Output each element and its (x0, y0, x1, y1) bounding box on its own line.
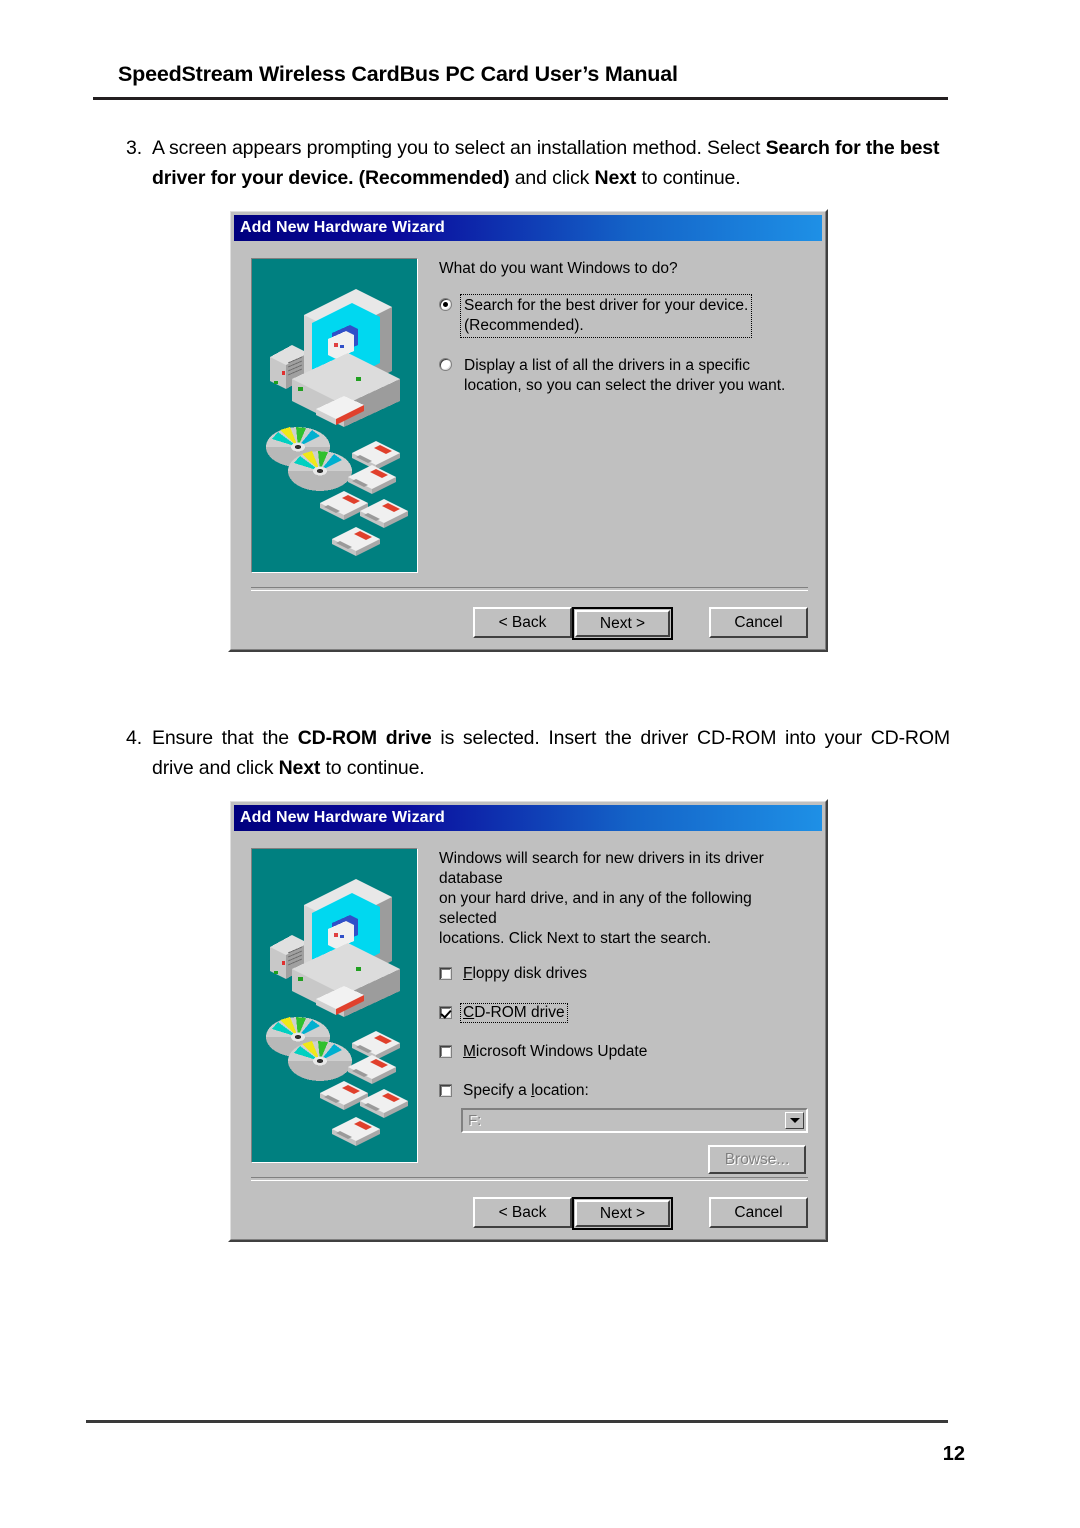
step-4-seg-1: CD-ROM drive (297, 727, 432, 749)
computer-cds-floppies-icon (252, 259, 417, 572)
next-button-default-frame-1: Next > (572, 607, 673, 640)
location-combobox[interactable]: F: (461, 1108, 808, 1133)
cancel-button-2[interactable]: Cancel (709, 1197, 808, 1228)
step-4-seg-0: Ensure that the (152, 727, 298, 749)
dialog-2-prompt-line2: on your hard drive, and in any of the fo… (439, 890, 752, 927)
chevron-down-icon (789, 1118, 800, 1123)
checkbox-floppy-disk-drives[interactable]: Floppy disk drives (439, 965, 808, 983)
checkbox-cdrom-rest: D-ROM drive (474, 1004, 565, 1021)
radio-option-display-list[interactable]: Display a list of all the drivers in a s… (439, 355, 808, 397)
step-3-seg-0: A screen appears prompting you to select… (152, 137, 766, 159)
next-button-2[interactable]: Next > (575, 1200, 670, 1227)
step-3-text: A screen appears prompting you to select… (152, 133, 950, 193)
step-4-seg-3: Next (278, 757, 321, 779)
dialog-2-titlebar[interactable]: Add New Hardware Wizard (234, 805, 822, 831)
dialog-1-button-bar: < Back Next > Cancel (234, 607, 808, 640)
step-3-seg-3: Next (594, 167, 637, 189)
browse-button[interactable]: Browse... (708, 1145, 806, 1174)
dialog-2-body: Windows will search for new drivers in i… (234, 831, 822, 1236)
add-new-hardware-wizard-dialog-2[interactable]: Add New Hardware Wizard Windows will sea… (228, 799, 828, 1242)
footer-divider (86, 1420, 948, 1423)
radio-option-display-label: Display a list of all the drivers in a s… (461, 355, 788, 397)
radio-option-search-line2: (Recommended). (464, 317, 584, 334)
cancel-button-1[interactable]: Cancel (709, 607, 808, 638)
checkbox-unchecked-icon[interactable] (439, 1084, 452, 1097)
dialog-2-title: Add New Hardware Wizard (240, 809, 445, 826)
wizard-illustration-2 (251, 848, 418, 1163)
dialog-2-content: Windows will search for new drivers in i… (439, 849, 808, 1174)
browse-button-row: Browse... (439, 1145, 808, 1174)
location-combobox-value: F: (468, 1112, 482, 1129)
page-number: 12 (942, 1443, 965, 1465)
dialog-2-separator (251, 1177, 808, 1181)
add-new-hardware-wizard-dialog-1[interactable]: Add New Hardware Wizard What do you want… (228, 209, 828, 652)
checkbox-checked-icon[interactable] (439, 1006, 452, 1019)
page-title: SpeedStream Wireless CardBus PC Card Use… (118, 62, 678, 86)
checkbox-specify-location-label: Specify a location: (461, 1082, 591, 1100)
checkbox-cdrom-accesskey: C (463, 1004, 475, 1021)
step-3-seg-4: to continue. (636, 167, 741, 189)
computer-cds-floppies-icon (252, 849, 417, 1162)
dialog-1-titlebar[interactable]: Add New Hardware Wizard (234, 215, 822, 241)
checkbox-windows-update-label: Microsoft Windows Update (461, 1043, 649, 1061)
button-gap-2b (673, 1197, 709, 1230)
step-4-number: 4. (126, 727, 142, 749)
step-4-seg-4: to continue. (320, 757, 425, 779)
step-3: 3. A screen appears prompting you to sel… (110, 133, 950, 193)
radio-button-unselected-icon[interactable] (439, 358, 452, 371)
header-divider (93, 97, 948, 100)
step-4: 4. Ensure that the CD-ROM drive is selec… (110, 723, 950, 783)
step-3-number: 3. (126, 137, 142, 159)
dialog-1-content: What do you want Windows to do? Search f… (439, 259, 808, 415)
dialog-2-prompt-line3: locations. Click Next to start the searc… (439, 930, 712, 947)
dialog-1-prompt: What do you want Windows to do? (439, 260, 678, 277)
radio-option-search-best-driver[interactable]: Search for the best driver for your devi… (439, 294, 808, 338)
checkbox-cd-rom-drive[interactable]: CD-ROM drive (439, 1003, 808, 1023)
dialog-1-body: What do you want Windows to do? Search f… (234, 241, 822, 646)
dialog-1-inner-frame: Add New Hardware Wizard What do you want… (230, 211, 826, 650)
manual-page: SpeedStream Wireless CardBus PC Card Use… (0, 0, 1080, 1528)
checkbox-cdrom-label: CD-ROM drive (460, 1003, 568, 1023)
checkbox-specify-a-location[interactable]: Specify a location: (439, 1082, 808, 1100)
radio-option-search-line1: Search for the best driver for your devi… (464, 297, 749, 314)
checkbox-unchecked-icon[interactable] (439, 967, 452, 980)
dialog-2-prompt: Windows will search for new drivers in i… (439, 849, 808, 949)
next-button-default-frame-2: Next > (572, 1197, 673, 1230)
radio-option-search-label: Search for the best driver for your devi… (459, 294, 753, 338)
step-3-seg-2: and click (509, 167, 595, 189)
button-gap-1b (673, 607, 709, 640)
checkbox-windows-update-accesskey: M (463, 1043, 476, 1060)
checkbox-floppy-label: Floppy disk drives (461, 965, 589, 983)
dialog-2-button-bar: < Back Next > Cancel (234, 1197, 808, 1230)
radio-option-display-line2: location, so you can select the driver y… (464, 377, 786, 394)
checkbox-windows-update-rest: icrosoft Windows Update (475, 1043, 648, 1060)
checkbox-specify-location-rest: ocation: (534, 1082, 589, 1099)
dialog-2-prompt-line1: Windows will search for new drivers in i… (439, 850, 764, 887)
wizard-illustration-1 (251, 258, 418, 573)
back-button-2[interactable]: < Back (473, 1197, 572, 1228)
checkbox-unchecked-icon[interactable] (439, 1045, 452, 1058)
radio-option-display-line1: Display a list of all the drivers in a s… (464, 357, 751, 374)
dialog-2-inner-frame: Add New Hardware Wizard Windows will sea… (230, 801, 826, 1240)
radio-button-selected-icon[interactable] (439, 298, 452, 311)
checkbox-microsoft-windows-update[interactable]: Microsoft Windows Update (439, 1043, 808, 1061)
checkbox-floppy-rest: loppy disk drives (472, 965, 588, 982)
step-4-text: Ensure that the CD-ROM drive is selected… (152, 723, 950, 783)
location-combobox-dropdown-button[interactable] (785, 1112, 804, 1129)
checkbox-specify-location-pre: Specify a (463, 1082, 532, 1099)
dialog-1-title: Add New Hardware Wizard (240, 219, 445, 236)
next-button-1[interactable]: Next > (575, 610, 670, 637)
dialog-1-separator (251, 587, 808, 591)
back-button-1[interactable]: < Back (473, 607, 572, 638)
